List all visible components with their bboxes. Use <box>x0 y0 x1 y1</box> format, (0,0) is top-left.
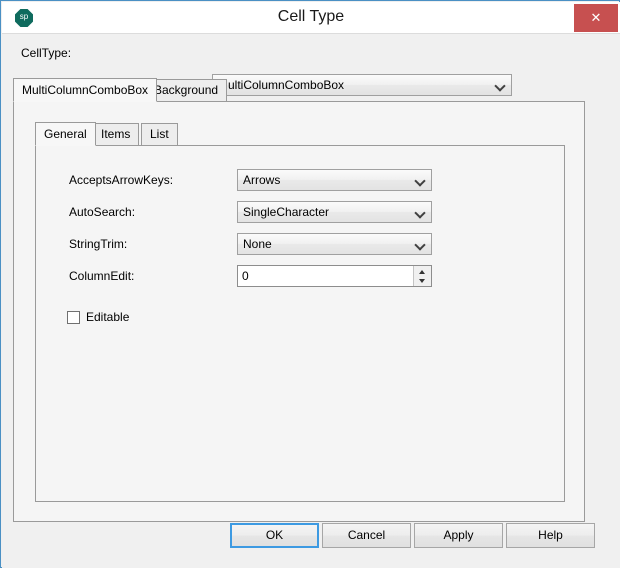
tab-general[interactable]: General <box>35 122 96 146</box>
tab-multicolumncombobox[interactable]: MultiColumnComboBox <box>13 78 158 102</box>
celltype-row: CellType: <box>2 34 620 73</box>
dialog-body: CellType: MultiColumnComboBox MultiColum… <box>2 34 620 568</box>
autosearch-value: SingleCharacter <box>243 205 330 219</box>
title-bar: sp Cell Type ✕ <box>2 2 620 34</box>
tab-background[interactable]: Background <box>145 79 228 101</box>
outer-tab-page: General Items List AcceptsArrowKeys: Arr… <box>13 101 585 522</box>
inner-tab-strip: General Items List <box>35 122 565 146</box>
dialog-button-bar: OK Cancel Apply Help <box>2 523 620 568</box>
stringtrim-combobox[interactable]: None <box>237 233 432 255</box>
close-icon[interactable]: ✕ <box>574 4 618 32</box>
chevron-down-icon <box>416 202 425 222</box>
help-button[interactable]: Help <box>506 523 595 548</box>
acceptsarrowkeys-combobox[interactable]: Arrows <box>237 169 432 191</box>
chevron-down-icon <box>416 170 425 190</box>
apply-button[interactable]: Apply <box>414 523 503 548</box>
columnedit-value: 0 <box>242 269 249 283</box>
inner-tab-control: General Items List AcceptsArrowKeys: Arr… <box>35 122 565 502</box>
tab-list[interactable]: List <box>141 123 178 145</box>
cell-type-dialog: sp Cell Type ✕ CellType: MultiColumnComb… <box>0 0 620 568</box>
acceptsarrowkeys-label: AcceptsArrowKeys: <box>69 173 174 187</box>
autosearch-combobox[interactable]: SingleCharacter <box>237 201 432 223</box>
columnedit-stepper[interactable]: 0 <box>237 265 432 287</box>
window-title: Cell Type <box>277 8 345 25</box>
acceptsarrowkeys-value: Arrows <box>243 173 281 187</box>
stringtrim-value: None <box>243 237 272 251</box>
chevron-down-icon <box>416 234 425 254</box>
cancel-button[interactable]: Cancel <box>322 523 411 548</box>
stepper-down-icon[interactable] <box>414 276 431 286</box>
outer-tab-strip: MultiColumnComboBox Background <box>13 78 585 102</box>
columnedit-label: ColumnEdit: <box>69 269 135 283</box>
celltype-label: CellType: <box>21 46 72 60</box>
editable-checkbox[interactable] <box>67 311 80 324</box>
stringtrim-label: StringTrim: <box>69 237 128 251</box>
autosearch-label: AutoSearch: <box>69 205 136 219</box>
outer-tab-control: MultiColumnComboBox Background General I… <box>13 78 585 523</box>
general-tab-page: AcceptsArrowKeys: Arrows AutoSearch: Sin… <box>35 145 565 502</box>
editable-label: Editable <box>86 310 130 324</box>
columnedit-stepper-buttons <box>413 266 431 286</box>
stepper-up-icon[interactable] <box>414 266 431 276</box>
tab-items[interactable]: Items <box>92 123 140 145</box>
ok-button[interactable]: OK <box>230 523 319 548</box>
